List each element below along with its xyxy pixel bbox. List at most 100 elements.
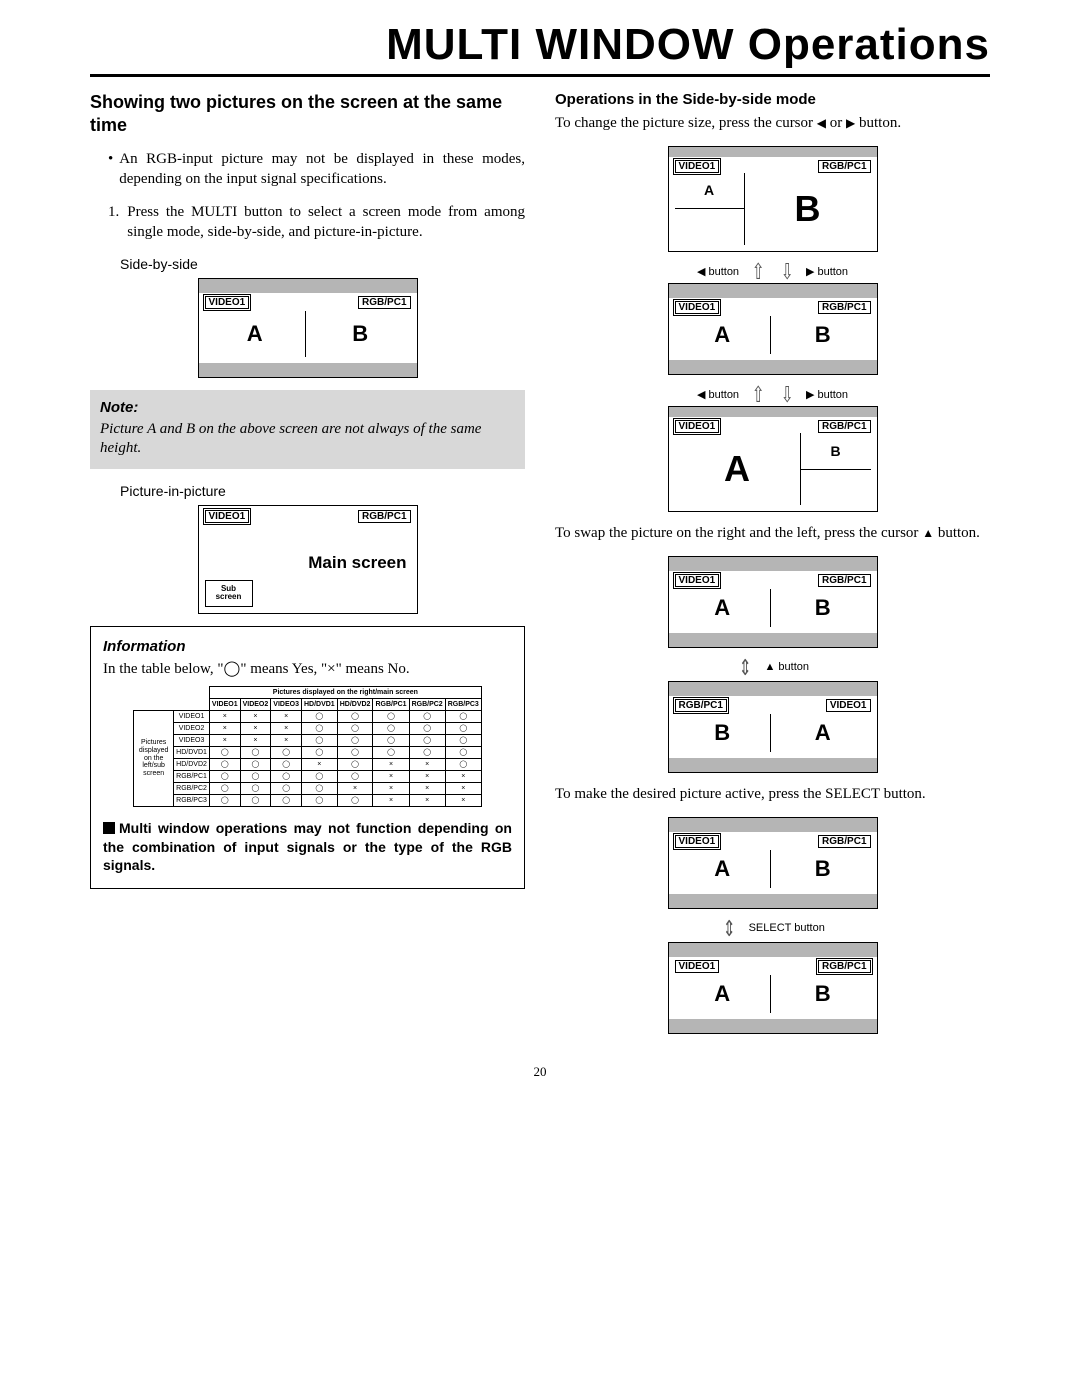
tag-video1: VIDEO1 xyxy=(675,420,720,433)
compat-cell: ◯ xyxy=(373,722,409,734)
arrow-row-1: ◀ button ⇧ ⇩ ▶ button xyxy=(555,264,990,279)
compat-cell: ◯ xyxy=(209,771,240,783)
compat-cell: × xyxy=(301,759,337,771)
compat-cell: × xyxy=(271,710,302,722)
tag-rgbpc1: RGB/PC1 xyxy=(818,960,870,973)
compat-cell: ◯ xyxy=(209,783,240,795)
left-button-label: ◀ button xyxy=(697,265,739,278)
bullet-text: An RGB-input picture may not be displaye… xyxy=(119,150,525,189)
compat-cell: ◯ xyxy=(240,771,271,783)
compat-cell: ◯ xyxy=(337,795,373,807)
compat-cell: ◯ xyxy=(271,771,302,783)
right-triangle-icon: ▶ xyxy=(846,116,855,130)
right-p3: To make the desired picture active, pres… xyxy=(555,785,990,805)
compat-cell: ◯ xyxy=(240,759,271,771)
col-header: HD/DVD1 xyxy=(301,698,337,710)
compat-cell: ◯ xyxy=(337,722,373,734)
compat-cell: ◯ xyxy=(373,746,409,758)
tag-rgbpc1: RGB/PC1 xyxy=(358,296,410,309)
info-intro: In the table below, "◯" means Yes, "×" m… xyxy=(103,660,512,680)
compat-cell: × xyxy=(271,734,302,746)
col-header: RGB/PC3 xyxy=(445,698,481,710)
compat-cell: × xyxy=(445,771,481,783)
pane-b: B xyxy=(775,975,871,1013)
compat-cell: ◯ xyxy=(409,722,445,734)
info-footnote: Multi window operations may not function… xyxy=(103,819,512,874)
compat-cell: ◯ xyxy=(445,710,481,722)
left-column: Showing two pictures on the screen at th… xyxy=(90,91,525,1046)
pane-b: B xyxy=(801,433,871,470)
note-body: Picture A and B on the above screen are … xyxy=(100,420,515,459)
right-heading: Operations in the Side-by-side mode xyxy=(555,91,990,108)
compat-cell: ◯ xyxy=(373,734,409,746)
col-header: HD/DVD2 xyxy=(337,698,373,710)
compat-cell: ◯ xyxy=(301,771,337,783)
table-top-header: Pictures displayed on the right/main scr… xyxy=(209,686,481,698)
swap-before: VIDEO1 RGB/PC1 A B xyxy=(668,556,878,648)
select-arrow: ⇕ SELECT button xyxy=(555,921,990,936)
pane-a: A xyxy=(675,850,772,888)
compat-cell: × xyxy=(240,722,271,734)
row-header: VIDEO3 xyxy=(174,734,210,746)
sub-screen-box: Sub screen xyxy=(205,580,253,607)
tag-video1: VIDEO1 xyxy=(675,835,720,848)
compat-cell: ◯ xyxy=(271,795,302,807)
main-screen-label: Main screen xyxy=(308,553,406,573)
pane-b: B xyxy=(775,589,871,627)
information-box: Information In the table below, "◯" mean… xyxy=(90,626,525,890)
col-header: VIDEO1 xyxy=(209,698,240,710)
row-header: RGB/PC2 xyxy=(174,783,210,795)
pane-a: A xyxy=(675,173,745,210)
compat-cell: ◯ xyxy=(445,746,481,758)
compat-cell: × xyxy=(240,710,271,722)
compat-cell: ◯ xyxy=(301,734,337,746)
compat-cell: ◯ xyxy=(271,759,302,771)
tag-rgbpc1: RGB/PC1 xyxy=(818,160,870,173)
compat-cell: ◯ xyxy=(240,795,271,807)
compat-cell: ◯ xyxy=(445,722,481,734)
tag-video1: VIDEO1 xyxy=(675,960,720,973)
pane-a: A xyxy=(675,433,801,505)
swap-arrow: ⇕ ▲ button xyxy=(555,660,990,675)
up-arrow-icon: ⇧ xyxy=(752,387,765,402)
pane-b: B xyxy=(310,311,411,357)
square-icon xyxy=(103,822,115,834)
pane-a: A xyxy=(675,589,772,627)
compat-cell: ◯ xyxy=(240,746,271,758)
tag-rgbpc1: RGB/PC1 xyxy=(818,574,870,587)
compat-cell: × xyxy=(337,783,373,795)
pane-b: B xyxy=(745,173,871,245)
compat-cell: ◯ xyxy=(301,722,337,734)
pane-a: A xyxy=(675,316,772,354)
select-button-label: SELECT button xyxy=(749,922,825,934)
compat-cell: ◯ xyxy=(337,710,373,722)
compat-cell: × xyxy=(409,795,445,807)
right-p2: To swap the picture on the right and the… xyxy=(555,524,990,544)
swap-after: RGB/PC1 VIDEO1 B A xyxy=(668,681,878,773)
page-title: MULTI WINDOW Operations xyxy=(90,20,990,77)
compat-cell: × xyxy=(409,759,445,771)
col-header: VIDEO3 xyxy=(271,698,302,710)
left-triangle-icon: ◀ xyxy=(817,116,826,130)
compat-cell: × xyxy=(445,795,481,807)
tag-video1: VIDEO1 xyxy=(675,574,720,587)
tag-video1: VIDEO1 xyxy=(675,160,720,173)
compat-cell: × xyxy=(373,759,409,771)
row-header: HD/DVD1 xyxy=(174,746,210,758)
state-b-large: VIDEO1 RGB/PC1 A B xyxy=(668,146,878,252)
step-text: Press the MULTI button to select a scree… xyxy=(127,203,525,242)
compat-cell: ◯ xyxy=(301,795,337,807)
tag-rgbpc1: RGB/PC1 xyxy=(818,420,870,433)
compat-cell: ◯ xyxy=(209,759,240,771)
row-header: HD/DVD2 xyxy=(174,759,210,771)
tag-video1-pip: VIDEO1 xyxy=(205,510,250,523)
compat-cell: ◯ xyxy=(301,710,337,722)
pip-label: Picture-in-picture xyxy=(120,483,525,499)
compat-cell: ◯ xyxy=(337,771,373,783)
pane-b: B xyxy=(675,714,772,752)
compat-cell: ◯ xyxy=(409,710,445,722)
up-triangle-icon: ▲ xyxy=(922,526,934,540)
compat-cell: ◯ xyxy=(445,759,481,771)
diagram-sbs: VIDEO1 RGB/PC1 A B xyxy=(198,278,418,378)
arrow-row-2: ◀ button ⇧ ⇩ ▶ button xyxy=(555,387,990,402)
